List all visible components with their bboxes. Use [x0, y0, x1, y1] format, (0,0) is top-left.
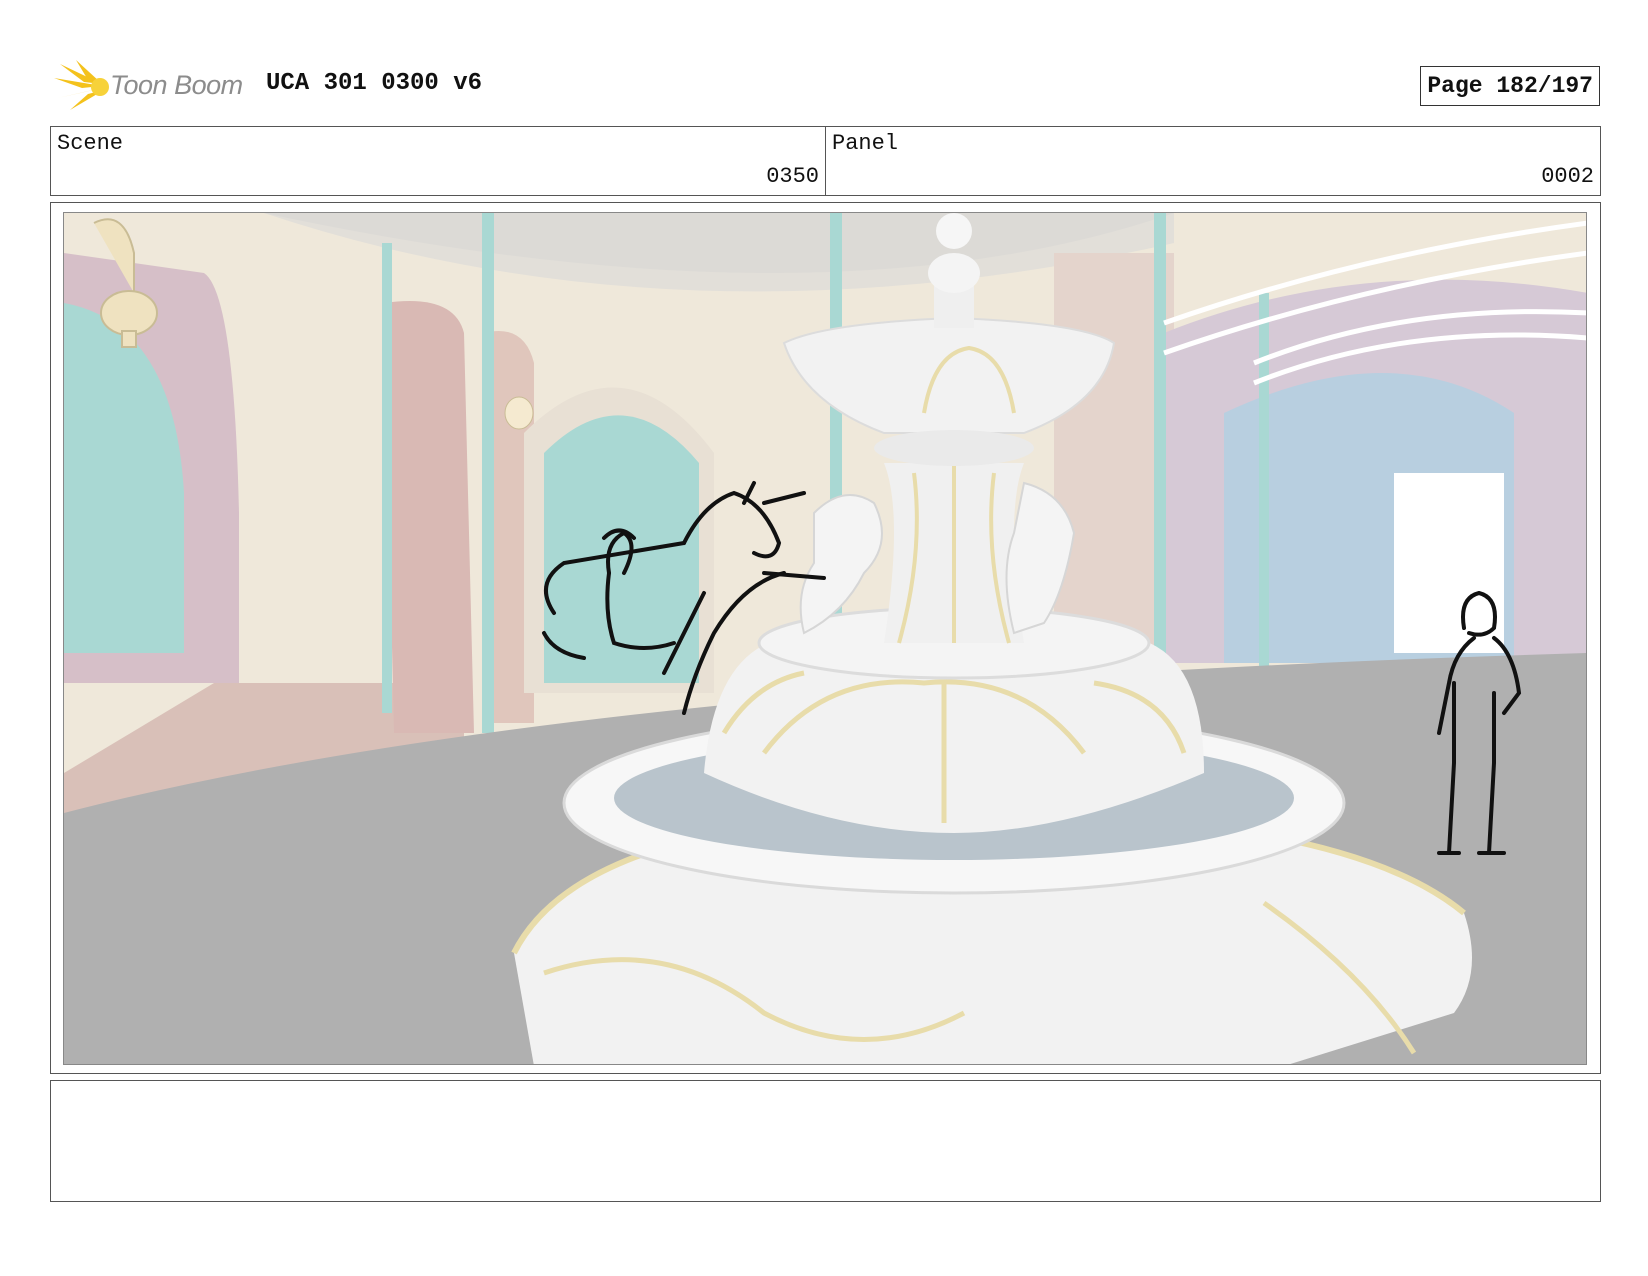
page-number: Page 182/197 [1420, 66, 1600, 106]
toon-boom-logo: Toon Boom [54, 60, 250, 112]
scene-cell: Scene 0350 [51, 127, 826, 195]
storyboard-frame [50, 202, 1601, 1074]
storyboard-image [63, 212, 1587, 1065]
panel-cell: Panel 0002 [826, 127, 1600, 195]
scene-panel-row: Scene 0350 Panel 0002 [50, 126, 1601, 196]
notes-box [50, 1080, 1601, 1202]
panel-number: 0002 [1541, 164, 1594, 189]
sunburst-icon [54, 60, 109, 110]
logo-wordmark: Toon Boom [110, 70, 243, 100]
scene-number: 0350 [766, 164, 819, 189]
fountain-hall-illustration [64, 213, 1586, 1064]
panel-label: Panel [832, 131, 899, 156]
document-title: UCA 301 0300 v6 [266, 70, 483, 97]
page-header: Toon Boom UCA 301 0300 v6 Page 182/197 [50, 56, 1600, 112]
scene-label: Scene [57, 131, 124, 156]
